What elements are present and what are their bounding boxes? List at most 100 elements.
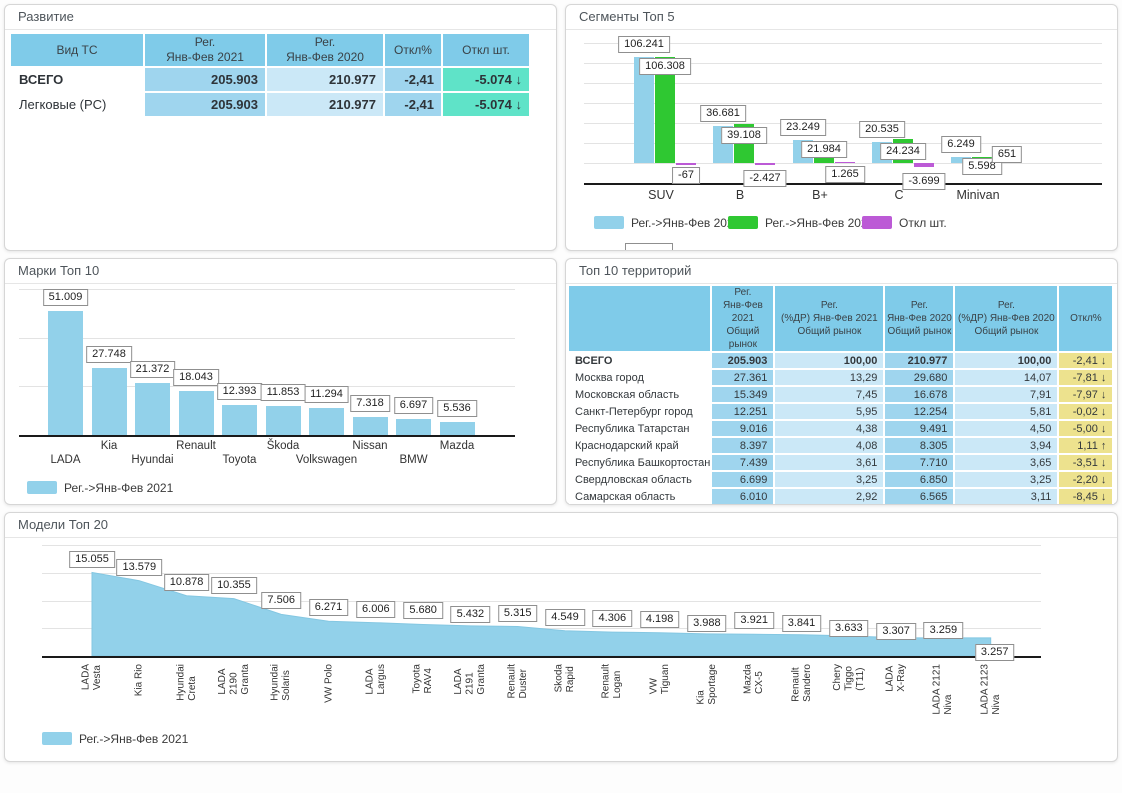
x-label-Chery-Tiggo-(T11)[interactable]: Chery Tiggo (T11) bbox=[832, 664, 867, 691]
x-label-Renault-Duster[interactable]: Renault Duster bbox=[506, 664, 529, 698]
x-label-VW-Tiguan[interactable]: VW Tiguan bbox=[648, 664, 671, 694]
data-label: 7.318 bbox=[350, 395, 390, 412]
bar-Nissan-2021[interactable] bbox=[353, 417, 388, 435]
cell-territory[interactable]: Краснодарский край bbox=[569, 438, 712, 455]
cell-territory[interactable]: ВСЕГО bbox=[569, 353, 712, 370]
cell-territory[interactable]: Республика Башкортостан bbox=[569, 455, 712, 472]
table-header-cell[interactable]: Рег. Янв-Фев 2021 bbox=[145, 34, 267, 68]
x-label-LADA-2123-Niva[interactable]: LADA 2123 Niva bbox=[979, 664, 1002, 715]
table-header-row: Рег. Янв-Фев 2021 Общий рынокРег. (%ДР) … bbox=[569, 286, 1114, 353]
x-label-Kia[interactable]: Kia bbox=[101, 440, 118, 452]
x-label-LADA-2121-Niva[interactable]: LADA 2121 Niva bbox=[932, 664, 955, 715]
table-header-cell[interactable]: Откл% bbox=[1059, 286, 1114, 353]
bar-Mazda-2021[interactable] bbox=[440, 422, 475, 435]
x-label-B+[interactable]: B+ bbox=[812, 188, 828, 202]
x-label-Mazda[interactable]: Mazda bbox=[440, 440, 475, 452]
cell-reg-2020: 16.678 bbox=[885, 387, 955, 404]
legend-label: Рег.->Янв-Фев 2021 bbox=[631, 216, 740, 230]
x-label-Hyundai[interactable]: Hyundai bbox=[131, 454, 173, 466]
data-label: 11.853 bbox=[261, 384, 306, 401]
x-label-Toyota-RAV4[interactable]: Toyota RAV4 bbox=[412, 664, 435, 693]
legend-label: Рег.->Янв-Фев 2021 bbox=[79, 732, 188, 746]
table-header-cell[interactable]: Откл шт. bbox=[443, 34, 531, 68]
cell-dr-2020: 3,94 bbox=[955, 438, 1059, 455]
x-label-LADA-X-Ray[interactable]: LADA X-Ray bbox=[885, 664, 908, 692]
data-label: 12.393 bbox=[217, 383, 263, 400]
bar-Volkswagen-2021[interactable] bbox=[309, 408, 344, 435]
cell-reg-2021: 12.251 bbox=[712, 404, 775, 421]
bar-LADA-2021[interactable] bbox=[48, 311, 83, 435]
table-header-cell[interactable]: Откл% bbox=[385, 34, 443, 68]
table-header-cell[interactable]: Вид ТС bbox=[11, 34, 145, 68]
table-header-cell[interactable] bbox=[569, 286, 712, 353]
x-label-Hyundai-Solaris[interactable]: Hyundai Solaris bbox=[270, 664, 293, 701]
table-header-cell[interactable]: Рег. Янв-Фев 2021 Общий рынок bbox=[712, 286, 775, 353]
table-row: Москва город27.36113,2929.68014,07-7,81 … bbox=[569, 370, 1114, 387]
x-label-BMW[interactable]: BMW bbox=[399, 454, 427, 466]
table-row: Краснодарский край8.3974,088.3053,941,11… bbox=[569, 438, 1114, 455]
cell-territory[interactable]: Самарская область bbox=[569, 489, 712, 504]
bar-Hyundai-2021[interactable] bbox=[135, 383, 170, 435]
bar-B-diff[interactable] bbox=[755, 163, 775, 165]
bar-Renault-2021[interactable] bbox=[179, 391, 214, 435]
bar-BMW-2021[interactable] bbox=[396, 419, 431, 435]
data-label: 7.506 bbox=[261, 592, 301, 609]
x-label-Renault-Logan[interactable]: Renault Logan bbox=[601, 664, 624, 698]
x-label-LADA[interactable]: LADA bbox=[50, 454, 80, 466]
bar-C-diff[interactable] bbox=[914, 163, 934, 167]
data-label: 6.249 bbox=[941, 136, 981, 153]
x-label-LADA-2190-Granta[interactable]: LADA 2190 Granta bbox=[217, 664, 252, 695]
data-label: 36.681 bbox=[700, 105, 746, 122]
table-header-cell[interactable]: Рег. (%ДР) Янв-Фев 2020 Общий рынок bbox=[955, 286, 1059, 353]
cell-territory[interactable]: Санкт-Петербург город bbox=[569, 404, 712, 421]
cell-territory[interactable]: Москва город bbox=[569, 370, 712, 387]
x-label-C[interactable]: C bbox=[894, 188, 903, 202]
cell-reg-2020: 8.305 bbox=[885, 438, 955, 455]
x-label-LADA-2191-Granta[interactable]: LADA 2191 Granta bbox=[453, 664, 488, 695]
cell-otkl-sht: -5.074 ↓ bbox=[443, 93, 531, 118]
bar-B+-diff[interactable] bbox=[835, 162, 855, 164]
cell-reg-2021: 7.439 bbox=[712, 455, 775, 472]
table-header-cell[interactable]: Рег. (%ДР) Янв-Фев 2021 Общий рынок bbox=[775, 286, 885, 353]
x-label-Nissan[interactable]: Nissan bbox=[352, 440, 387, 452]
table-header-cell[interactable]: Рег. Янв-Фев 2020 bbox=[267, 34, 385, 68]
x-label-Hyundai-Creta[interactable]: Hyundai Creta bbox=[175, 664, 198, 701]
x-label-VW-Polo[interactable]: VW Polo bbox=[323, 664, 335, 703]
x-label-Toyota[interactable]: Toyota bbox=[223, 454, 257, 466]
data-label: 5.680 bbox=[403, 602, 443, 619]
territories-table: Рег. Янв-Фев 2021 Общий рынокРег. (%ДР) … bbox=[569, 286, 1114, 504]
table-header-cell[interactable]: Рег. Янв-Фев 2020 Общий рынок bbox=[885, 286, 955, 353]
x-label-Mazda-CX-5[interactable]: Mazda CX-5 bbox=[743, 664, 766, 694]
x-label-Škoda[interactable]: Škoda bbox=[267, 440, 300, 452]
x-axis-line bbox=[19, 435, 515, 437]
cell-territory[interactable]: Республика Татарстан bbox=[569, 421, 712, 438]
x-label-LADA-Vesta[interactable]: LADA Vesta bbox=[81, 664, 104, 690]
x-label-Renault[interactable]: Renault bbox=[176, 440, 216, 452]
bar-Kia-2021[interactable] bbox=[92, 368, 127, 435]
cell-otkl-pct: -7,81 ↓ bbox=[1059, 370, 1114, 387]
clipped-label-fragment: 106.241 bbox=[625, 243, 673, 250]
panel-brands-title: Марки Топ 10 bbox=[5, 259, 556, 284]
data-label: 5.432 bbox=[451, 606, 491, 623]
bar-Škoda-2021[interactable] bbox=[266, 406, 301, 435]
data-label: 6.271 bbox=[309, 599, 349, 616]
x-label-Kia-Rio[interactable]: Kia Rio bbox=[134, 664, 146, 696]
x-label-Skoda-Rapid[interactable]: Skoda Rapid bbox=[554, 664, 577, 692]
panel-title-text: Развитие bbox=[18, 9, 74, 24]
x-label-LADA-Largus[interactable]: LADA Largus bbox=[364, 664, 387, 695]
x-label-B[interactable]: B bbox=[736, 188, 744, 202]
bar-Toyota-2021[interactable] bbox=[222, 405, 257, 435]
cell-vehicle-type[interactable]: Легковые (PC) bbox=[11, 93, 145, 118]
cell-territory[interactable]: Свердловская область bbox=[569, 472, 712, 489]
x-label-Renault-Sandero[interactable]: Renault Sandero bbox=[790, 664, 813, 702]
bar-SUV-diff[interactable] bbox=[676, 163, 696, 165]
panel-territories-title: Топ 10 территорий bbox=[566, 259, 1117, 284]
data-label: 39.108 bbox=[721, 127, 767, 144]
x-label-Minivan[interactable]: Minivan bbox=[956, 188, 999, 202]
x-label-Volkswagen[interactable]: Volkswagen bbox=[296, 454, 357, 466]
cell-vehicle-type[interactable]: ВСЕГО bbox=[11, 68, 145, 93]
x-label-SUV[interactable]: SUV bbox=[648, 188, 674, 202]
x-label-Kia-Sportage[interactable]: Kia Sportage bbox=[695, 664, 718, 705]
cell-territory[interactable]: Московская область bbox=[569, 387, 712, 404]
cell-otkl-pct: -2,41 bbox=[385, 68, 443, 93]
